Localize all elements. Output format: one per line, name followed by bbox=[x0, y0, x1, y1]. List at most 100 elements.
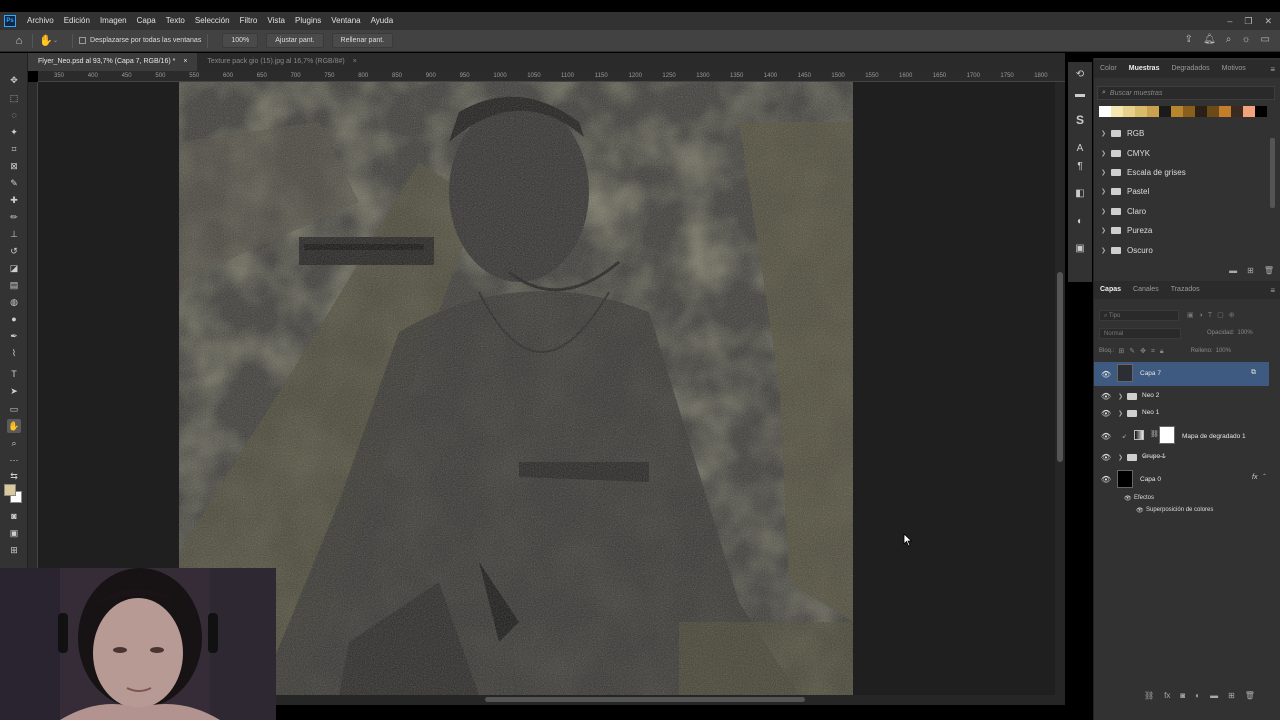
default-colors-icon[interactable]: ⇆ bbox=[7, 469, 21, 483]
history-panel-icon[interactable]: ⟲ bbox=[1074, 68, 1086, 80]
pen-tool-secondary-icon[interactable]: ⌇ bbox=[7, 346, 21, 360]
swatch-search-input[interactable]: ⌕ Buscar muestras bbox=[1097, 86, 1275, 100]
eyedropper-tool-icon[interactable]: ✎ bbox=[7, 176, 21, 190]
foreground-color-swatch[interactable] bbox=[4, 484, 16, 496]
libraries-panel-icon[interactable]: S bbox=[1074, 113, 1086, 127]
comments-panel-icon[interactable]: ▬ bbox=[1074, 88, 1086, 100]
color-swatch[interactable] bbox=[1123, 106, 1135, 117]
notifications-icon[interactable]: 🔔︎ bbox=[1203, 34, 1216, 45]
character-panel-icon[interactable]: A bbox=[1074, 142, 1086, 154]
frame-tool-icon[interactable]: ⊠ bbox=[7, 159, 21, 173]
trash-icon[interactable]: 🗑︎ bbox=[1264, 266, 1274, 275]
layer-name[interactable]: Grupo 1 bbox=[1142, 453, 1166, 460]
home-icon[interactable]: ⌂ bbox=[12, 34, 26, 48]
layer-name[interactable]: Neo 1 bbox=[1142, 409, 1159, 416]
visibility-eye-icon[interactable]: 👁︎ bbox=[1101, 369, 1111, 379]
close-icon[interactable]: ✕ bbox=[1264, 12, 1272, 30]
swatch-group-rgb[interactable]: ❯ RGB bbox=[1099, 124, 1275, 143]
crop-tool-icon[interactable]: ⌗ bbox=[7, 142, 21, 156]
color-swatch[interactable] bbox=[1219, 106, 1231, 117]
color-swatch[interactable] bbox=[1183, 106, 1195, 117]
photoshop-logo-icon[interactable]: Ps bbox=[4, 15, 16, 27]
color-swatch[interactable] bbox=[1147, 106, 1159, 117]
paragraph-panel-icon[interactable]: ¶ bbox=[1074, 160, 1086, 172]
visibility-eye-icon[interactable]: 👁︎ bbox=[1101, 431, 1111, 441]
fx-badge[interactable]: fx bbox=[1252, 474, 1257, 481]
eraser-tool-icon[interactable]: ◪ bbox=[7, 261, 21, 275]
chevron-right-icon[interactable]: ❯ bbox=[1118, 393, 1123, 400]
menu-archivo[interactable]: Archivo bbox=[22, 12, 59, 30]
effect-eye-icon[interactable]: 👁︎ bbox=[1136, 507, 1144, 514]
tab-flyer-neo[interactable]: Flyer_Neo.psd al 93,7% (Capa 7, RGB/16) … bbox=[28, 53, 198, 71]
menu-ayuda[interactable]: Ayuda bbox=[366, 12, 399, 30]
scroll-thumb[interactable] bbox=[1057, 272, 1063, 462]
vertical-scrollbar[interactable] bbox=[1055, 82, 1065, 695]
menu-vista[interactable]: Vista bbox=[262, 12, 290, 30]
magic-wand-tool-icon[interactable]: ✦ bbox=[7, 125, 21, 139]
tab-paths[interactable]: Trazados bbox=[1165, 281, 1206, 299]
gradient-tool-icon[interactable]: ▤ bbox=[7, 278, 21, 292]
layer-name[interactable]: Mapa de degradado 1 bbox=[1182, 433, 1246, 440]
horizontal-scrollbar[interactable] bbox=[275, 695, 1065, 705]
menu-ventana[interactable]: Ventana bbox=[326, 12, 365, 30]
menu-seleccion[interactable]: Selección bbox=[190, 12, 235, 30]
tab-texture-pack[interactable]: Texture pack gio (15).jpg al 16,7% (RGB/… bbox=[197, 53, 366, 71]
restore-icon[interactable]: ❐ bbox=[1244, 12, 1252, 30]
layer-filter-select[interactable]: ⌕ Tipo bbox=[1099, 309, 1179, 321]
dodge-tool-icon[interactable]: ● bbox=[7, 312, 21, 326]
lasso-tool-icon[interactable]: ◌ bbox=[7, 108, 21, 122]
color-swatch[interactable] bbox=[1255, 106, 1267, 117]
layer-row[interactable]: 👁︎ Capa 0 fx ⌃ bbox=[1094, 468, 1269, 490]
workspace-icon[interactable]: ▭ bbox=[1261, 34, 1270, 45]
panel-menu-icon[interactable]: ≡ bbox=[1270, 65, 1275, 74]
tab-patterns[interactable]: Motivos bbox=[1216, 60, 1252, 78]
type-tool-icon[interactable]: T bbox=[7, 367, 21, 381]
visibility-eye-icon[interactable]: 👁︎ bbox=[1101, 391, 1111, 401]
artboard-icon[interactable]: ⊞ bbox=[7, 543, 21, 557]
new-group-icon[interactable]: ▬ bbox=[1210, 691, 1218, 700]
swatch-group-pastel[interactable]: ❯ Pastel bbox=[1099, 182, 1275, 201]
layer-row[interactable]: 👁︎ ↙ ⛓ Mapa de degradado 1 bbox=[1094, 424, 1269, 448]
add-mask-icon[interactable]: ◙ bbox=[1180, 691, 1185, 700]
adjustment-layer-icon[interactable]: ◐ bbox=[1195, 691, 1200, 700]
new-group-icon[interactable]: ▬ bbox=[1229, 266, 1237, 275]
path-selection-tool-icon[interactable]: ➤ bbox=[7, 384, 21, 398]
panel-menu-icon[interactable]: ≡ bbox=[1270, 286, 1275, 295]
properties-panel-icon[interactable]: ◧ bbox=[1074, 187, 1086, 199]
fit-screen-button[interactable]: Ajustar pant. bbox=[266, 33, 324, 48]
lock-icons[interactable]: ⊞✎✥⌗🔒︎ bbox=[1118, 347, 1168, 356]
close-tab-icon[interactable]: × bbox=[183, 58, 187, 65]
fill-screen-button[interactable]: Rellenar pant. bbox=[331, 33, 394, 48]
layer-name[interactable]: Capa 7 bbox=[1140, 370, 1161, 377]
layer-row[interactable]: 👁︎ Capa 7 ⧉ bbox=[1094, 362, 1269, 386]
adjustments-panel-icon[interactable]: ◐ bbox=[1074, 215, 1086, 227]
tab-color[interactable]: Color bbox=[1094, 60, 1123, 78]
blur-tool-icon[interactable]: ◍ bbox=[7, 295, 21, 309]
layer-mask-thumbnail[interactable] bbox=[1159, 426, 1175, 444]
trash-icon[interactable]: 🗑︎ bbox=[1245, 691, 1255, 700]
menu-texto[interactable]: Texto bbox=[161, 12, 190, 30]
swatch-group-light[interactable]: ❯ Claro bbox=[1099, 202, 1275, 221]
menu-filtro[interactable]: Filtro bbox=[235, 12, 263, 30]
pen-tool-icon[interactable]: ✒ bbox=[7, 329, 21, 343]
screen-mode-icon[interactable]: ▣ bbox=[7, 526, 21, 540]
visibility-eye-icon[interactable]: 👁︎ bbox=[1101, 408, 1111, 418]
chevron-down-icon[interactable]: ⌄ bbox=[53, 37, 58, 44]
menu-edicion[interactable]: Edición bbox=[59, 12, 95, 30]
scroll-thumb[interactable] bbox=[485, 697, 805, 702]
clone-stamp-tool-icon[interactable]: ⊥ bbox=[7, 227, 21, 241]
menu-imagen[interactable]: Imagen bbox=[95, 12, 132, 30]
fill-value[interactable]: 100% bbox=[1216, 348, 1231, 354]
swatch-group-grayscale[interactable]: ❯ Escala de grises bbox=[1099, 163, 1275, 182]
rectangle-tool-icon[interactable]: ▭ bbox=[7, 402, 21, 416]
layer-row[interactable]: 👁︎ ❯ Neo 1 bbox=[1094, 403, 1269, 423]
layer-name[interactable]: Neo 2 bbox=[1142, 392, 1159, 399]
brush-tool-icon[interactable]: ✏ bbox=[7, 210, 21, 224]
move-tool-icon[interactable]: ✥ bbox=[7, 73, 21, 87]
effect-color-overlay[interactable]: Superposición de colores bbox=[1146, 507, 1213, 513]
layer-filter-icons[interactable]: ▣◑T▢⊕ bbox=[1187, 311, 1240, 319]
fx-icon[interactable]: fx bbox=[1164, 691, 1170, 700]
zoom-tool-icon[interactable]: ⌕ bbox=[7, 436, 21, 450]
blend-mode-select[interactable]: Normal bbox=[1099, 327, 1181, 339]
layer-name[interactable]: Capa 0 bbox=[1140, 476, 1161, 483]
